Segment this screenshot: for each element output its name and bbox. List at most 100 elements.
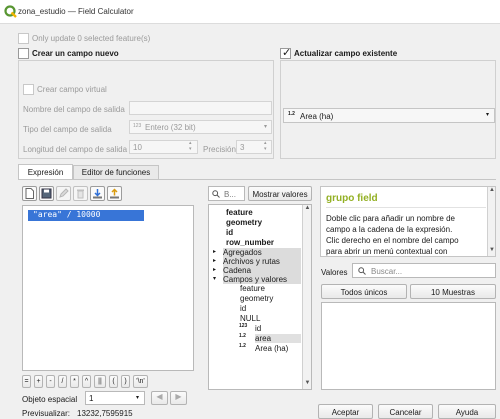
chevron-down-icon: ▾ <box>136 395 140 401</box>
tree-child-item[interactable]: area <box>255 334 301 343</box>
update-field-checkbox[interactable] <box>280 46 291 59</box>
expression-editor[interactable]: "area" / 10000 <box>22 205 194 371</box>
create-field-group: Crear campo virtual Nombre del campo de … <box>18 60 274 159</box>
virtual-field-label: Crear campo virtual <box>37 85 107 94</box>
output-length-spinbox[interactable]: 10 ▴ ▾ <box>129 140 198 154</box>
expand-arrow-closed-icon[interactable]: ▸ <box>213 266 216 273</box>
qgis-logo-icon <box>4 5 17 18</box>
delete-icon[interactable] <box>73 186 88 201</box>
precision-spinbox[interactable]: 3 ▴ ▾ <box>236 140 272 154</box>
tree-field-item[interactable]: feature <box>226 208 253 217</box>
import-icon[interactable] <box>90 186 105 201</box>
tree-field-item[interactable]: geometry <box>226 218 262 227</box>
function-tree[interactable]: ▲ ▼ feature geometry id row_number ▸ Agregado… <box>208 204 312 390</box>
tab-expression-label: Expresión <box>27 168 64 177</box>
window-title: zona_estudio — Field Calculator <box>18 7 134 16</box>
tree-child-item[interactable]: NULL <box>240 314 260 323</box>
help-line: campo a la cadena de la expresión. <box>326 225 453 234</box>
spin-arrows-icon: ▴ ▾ <box>189 140 192 152</box>
function-search-placeholder: B... <box>224 190 237 199</box>
show-values-label: Mostrar valores <box>252 190 308 199</box>
output-type-value: Entero (32 bit) <box>145 123 196 132</box>
tab-expression[interactable]: Expresión <box>18 164 73 179</box>
cancel-label: Cancelar <box>389 408 422 417</box>
all-unique-button[interactable]: Todos únicos <box>321 284 407 299</box>
search-icon <box>358 267 366 275</box>
chevron-down-icon: ▾ <box>486 112 490 118</box>
geometry-select[interactable]: 1 ▾ <box>85 391 145 405</box>
previous-feature-button[interactable]: ◀ <box>151 391 168 405</box>
save-icon[interactable] <box>39 186 54 201</box>
operator-button[interactable]: ) <box>121 375 130 388</box>
tree-field-item[interactable]: row_number <box>226 238 274 247</box>
values-search-placeholder: Buscar... <box>371 267 403 276</box>
help-button[interactable]: Ayuda <box>438 404 496 419</box>
only-update-selected-checkbox[interactable] <box>18 33 29 44</box>
precision-label: Precisión <box>203 145 236 154</box>
help-scrollbar[interactable]: ▲ ▼ <box>487 187 495 256</box>
values-list[interactable] <box>321 302 496 390</box>
output-length-label: Longitud del campo de salida <box>23 145 128 154</box>
create-field-checkbox[interactable] <box>18 48 29 59</box>
existing-field-select[interactable]: 1.2 Area (ha) ▾ <box>283 108 495 123</box>
chevron-down-icon: ▾ <box>264 124 268 130</box>
tab-function-editor[interactable]: Editor de funciones <box>73 165 159 179</box>
existing-field-value: Area (ha) <box>300 112 334 121</box>
help-label: Ayuda <box>455 408 479 417</box>
tree-group-item[interactable]: Campos y valores <box>223 275 301 284</box>
operator-button[interactable]: / <box>58 375 67 388</box>
virtual-field-checkbox[interactable] <box>23 84 34 95</box>
function-search-input[interactable]: B... <box>208 186 245 201</box>
preview-label: Previsualizar: <box>22 409 71 418</box>
next-feature-button[interactable]: ▶ <box>170 391 187 405</box>
values-search-input[interactable]: Buscar... <box>352 263 496 278</box>
expand-arrow-open-icon[interactable]: ▾ <box>213 275 216 282</box>
help-panel: grupo field Doble clic para añadir un no… <box>320 186 496 257</box>
tab-function-editor-label: Editor de funciones <box>81 168 151 177</box>
geometry-value: 1 <box>89 394 94 403</box>
tree-child-item[interactable]: feature <box>240 284 265 293</box>
sample-values-label: 10 Muestras <box>430 288 476 297</box>
field-type-icon: 1.2 <box>239 333 246 339</box>
operator-button[interactable]: '\n' <box>133 375 148 388</box>
output-name-input[interactable] <box>129 101 272 115</box>
sample-values-button[interactable]: 10 Muestras <box>410 284 496 299</box>
integer-type-icon: 123 <box>133 123 142 129</box>
output-name-label: Nombre del campo de salida <box>23 105 125 114</box>
operator-button[interactable]: - <box>46 375 55 388</box>
operator-button[interactable]: = <box>22 375 31 388</box>
output-type-select[interactable]: 123 Entero (32 bit) ▾ <box>129 120 272 134</box>
operator-button[interactable]: ^ <box>82 375 91 388</box>
cancel-button[interactable]: Cancelar <box>378 404 433 419</box>
tree-child-item[interactable]: id <box>255 324 261 333</box>
show-values-button[interactable]: Mostrar valores <box>248 186 312 201</box>
expand-arrow-closed-icon[interactable]: ▸ <box>213 248 216 255</box>
help-body: Doble clic para añadir un nombre de camp… <box>326 213 486 256</box>
export-icon[interactable] <box>107 186 122 201</box>
tree-child-item[interactable]: Area (ha) <box>255 344 288 353</box>
operator-row: = + - / * ^ ||() '\n' <box>22 375 212 388</box>
operator-button[interactable]: * <box>70 375 79 388</box>
edit-icon[interactable] <box>56 186 71 201</box>
help-divider <box>326 207 486 208</box>
decimal-type-icon: 1.2 <box>288 111 295 117</box>
output-length-value: 10 <box>133 143 142 152</box>
operator-button[interactable]: ( <box>109 375 118 388</box>
help-line: para abrir un menú contextual con <box>326 247 448 256</box>
tree-child-item[interactable]: id <box>240 304 246 313</box>
expand-arrow-closed-icon[interactable]: ▸ <box>213 257 216 264</box>
tree-child-item[interactable]: geometry <box>240 294 273 303</box>
field-type-icon: 1.2 <box>239 343 246 349</box>
ok-button[interactable]: Aceptar <box>318 404 373 419</box>
operator-button[interactable]: || <box>94 375 106 388</box>
tree-scrollbar[interactable]: ▲ ▼ <box>302 205 311 389</box>
geometry-label: Objeto espacial <box>22 395 78 404</box>
tree-group-item[interactable]: Archivos y rutas <box>223 257 301 266</box>
tree-field-item[interactable]: id <box>226 228 233 237</box>
preview-value: 13232,7595915 <box>77 409 133 418</box>
tree-group-item[interactable]: Cadena <box>223 266 301 275</box>
operator-button[interactable]: + <box>34 375 43 388</box>
new-file-icon[interactable] <box>22 186 37 201</box>
spin-arrows-icon: ▴ ▾ <box>264 140 267 152</box>
tree-group-item[interactable]: Agregados <box>223 248 301 257</box>
